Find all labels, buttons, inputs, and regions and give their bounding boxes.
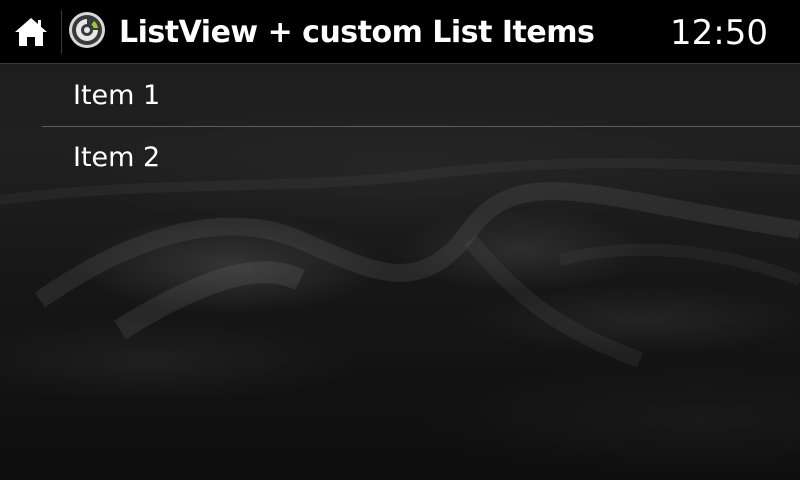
list-item-label: Item 2 (73, 142, 161, 173)
list-item[interactable]: Item 2 (42, 127, 800, 189)
home-icon (15, 18, 47, 46)
home-button[interactable] (8, 10, 54, 54)
list-item-label: Item 1 (73, 80, 161, 111)
list-item[interactable]: Item 1 (42, 65, 800, 127)
screen: ListView + custom List Items 12:50 Item … (0, 0, 800, 480)
title-bar-divider (61, 10, 62, 54)
list-view: Item 1 Item 2 (42, 65, 800, 189)
title-bar: ListView + custom List Items 12:50 (0, 0, 800, 64)
app-title: ListView + custom List Items (119, 15, 595, 50)
clock: 12:50 (670, 13, 768, 53)
app-logo-icon (68, 11, 106, 49)
